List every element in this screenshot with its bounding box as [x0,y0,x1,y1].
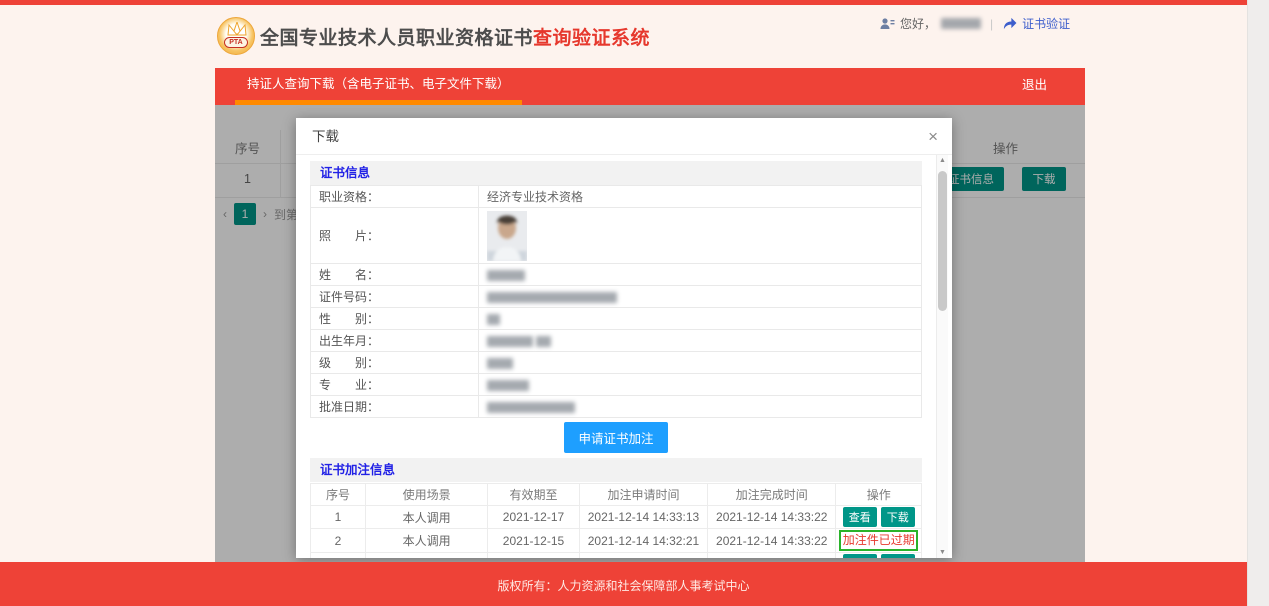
cell-apply-time: 2021-12-14 14:33:13 [579,506,707,529]
annotation-table-header-row: 序号 使用场景 有效期至 加注申请时间 加注完成时间 操作 [311,484,922,506]
modal-title: 下载 [296,118,952,155]
share-arrow-icon [1002,17,1017,30]
scroll-down-icon[interactable]: ▼ [937,549,948,556]
cell-seq: 1 [311,506,366,529]
logout-button[interactable]: 退出 [1022,68,1047,103]
cell-complete-time: 2021-12-14 14:33:22 [708,529,836,553]
scrollbar-thumb[interactable] [938,171,947,311]
logo-pta-label: PTA [224,37,248,48]
page-title: 全国专业技术人员职业资格证书查询验证系统 [260,23,650,50]
scroll-up-icon[interactable]: ▲ [937,157,948,164]
cell-seq: 2 [311,529,366,553]
form-row: 专 业： [311,374,922,396]
table-row: 1 本人调用 2021-12-17 2021-12-14 14:33:13 20… [311,506,922,529]
redacted-username [941,18,981,29]
form-row: 职业资格： 经济专业技术资格 [311,186,922,208]
section-annotation-info: 证书加注信息 [310,458,922,482]
cell-apply-time: 2021-12-14 14:32:02 [579,553,707,559]
top-accent-strip [0,0,1247,5]
apply-annotation-button[interactable]: 申请证书加注 [564,422,667,453]
cell-scene: 本人调用 [365,529,487,553]
close-icon[interactable]: × [928,118,938,155]
cell-valid-until: 2021-12-17 [488,506,580,529]
cell-valid-until: 2021-12-15 [488,529,580,553]
page-title-accent: 查询验证系统 [533,28,650,49]
user-icon [880,17,895,31]
separator: | [990,17,993,31]
cell-scene: 本人调用 [365,553,487,559]
cell-scene: 本人调用 [365,506,487,529]
copyright-text: 版权所有：人力资源和社会保障部人事考试中心 [497,577,749,594]
download-button[interactable]: 下载 [881,554,915,558]
page-footer: 版权所有：人力资源和社会保障部人事考试中心 [0,562,1247,606]
field-label-level: 级 别： [311,352,479,374]
field-label-name: 姓 名： [311,264,479,286]
cell-complete-time: 2021-12-14 14:33:22 [708,506,836,529]
redacted-id-number [487,292,617,303]
redacted-major [487,380,529,391]
form-row: 证件号码： [311,286,922,308]
cell-complete-time: 2021-12-14 14:33:22 [708,553,836,559]
expired-status-badge: 加注件已过期 [839,530,918,551]
col-apply-time: 加注申请时间 [579,484,707,506]
redacted-name [487,270,525,281]
table-row: 2 本人调用 2021-12-15 2021-12-14 14:32:21 20… [311,529,922,553]
col-complete-time: 加注完成时间 [708,484,836,506]
form-row: 批准日期： [311,396,922,418]
col-scene: 使用场景 [365,484,487,506]
redacted-level [487,358,513,369]
greeting-text: 您好， [900,15,936,32]
redacted-birth-year [487,336,533,347]
redacted-gender [487,314,500,325]
page-title-main: 全国专业技术人员职业资格证书 [260,28,533,49]
field-label-birth: 出生年月： [311,330,479,352]
cell-seq: 3 [311,553,366,559]
field-label-id-number: 证件号码： [311,286,479,308]
field-label-gender: 性 别： [311,308,479,330]
brand-header: PTA 全国专业技术人员职业资格证书查询验证系统 [217,17,650,55]
cert-verify-link[interactable]: 证书验证 [1022,15,1070,32]
tab-holder-query-download[interactable]: 持证人查询下载（含电子证书、电子文件下载） [235,68,522,105]
field-label-approval-date: 批准日期： [311,396,479,418]
form-row: 姓 名： [311,264,922,286]
col-action: 操作 [836,484,922,506]
table-row: 3 本人调用 2021-12-16 2021-12-14 14:32:02 20… [311,553,922,559]
modal-body: 证书信息 职业资格： 经济专业技术资格 照 片： [296,155,952,558]
cell-apply-time: 2021-12-14 14:32:21 [579,529,707,553]
redacted-birth-month [536,336,551,347]
download-modal: 下载 × 证书信息 职业资格： 经济专业技术资格 照 片： [296,118,952,558]
annotation-table: 序号 使用场景 有效期至 加注申请时间 加注完成时间 操作 1 本人调用 202… [310,483,922,558]
form-row: 性 别： [311,308,922,330]
download-button[interactable]: 下载 [881,507,915,527]
pta-logo-icon: PTA [217,17,255,55]
field-label-qualification: 职业资格： [311,186,479,208]
field-label-major: 专 业： [311,374,479,396]
user-info-bar: 您好， | 证书验证 [880,15,1070,32]
field-value-qualification: 经济专业技术资格 [479,186,922,208]
section-cert-info: 证书信息 [310,161,922,185]
redacted-approval-date [487,402,575,413]
form-row: 出生年月： [311,330,922,352]
view-button[interactable]: 查看 [843,507,877,527]
col-valid-until: 有效期至 [488,484,580,506]
portrait-photo [487,211,527,261]
form-row: 级 别： [311,352,922,374]
modal-scrollbar[interactable]: ▲ ▼ [936,155,948,558]
view-button[interactable]: 查看 [843,554,877,558]
cell-valid-until: 2021-12-16 [488,553,580,559]
col-seq: 序号 [311,484,366,506]
form-row: 照 片： [311,208,922,264]
field-label-photo: 照 片： [311,208,479,264]
browser-scrollbar-track[interactable] [1247,0,1269,606]
cert-info-form: 职业资格： 经济专业技术资格 照 片： [310,185,922,418]
main-nav-bar: 持证人查询下载（含电子证书、电子文件下载） 退出 [215,68,1085,105]
